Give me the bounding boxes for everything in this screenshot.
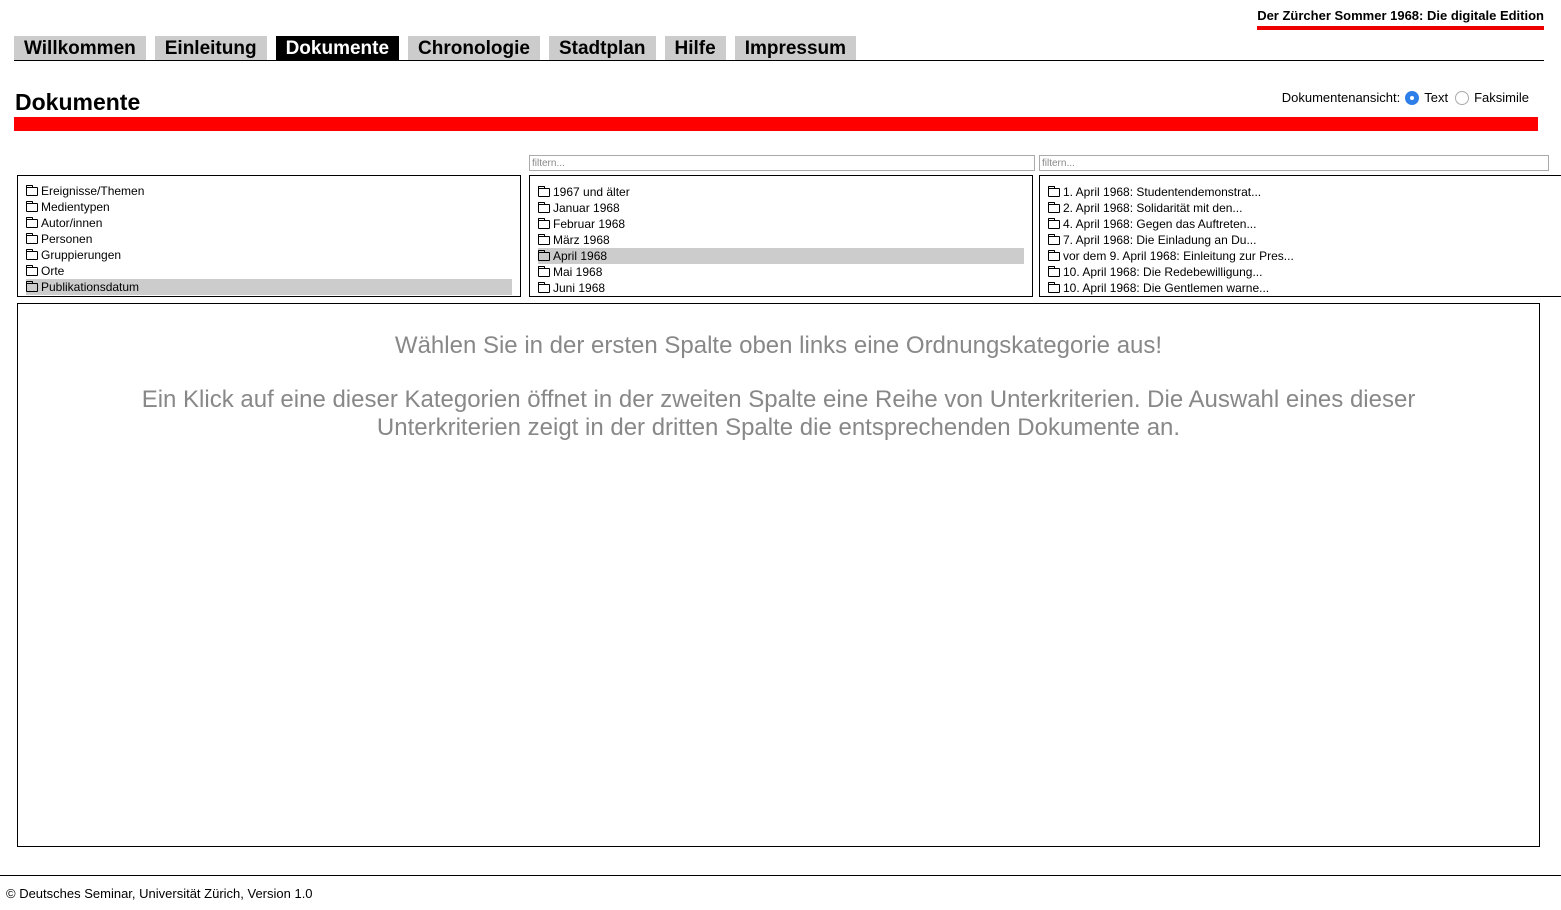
category-label: Orte [41, 264, 65, 278]
tab-dokumente[interactable]: Dokumente [275, 36, 400, 60]
folder-icon [538, 265, 550, 277]
folder-icon [538, 281, 550, 293]
folder-icon [1048, 217, 1060, 229]
folder-icon [26, 216, 38, 228]
category-item[interactable]: Ereignisse/Themen [26, 183, 512, 199]
document-item[interactable]: vor dem 9. April 1968: Einleitung zur Pr… [1048, 248, 1560, 264]
tab-chronologie[interactable]: Chronologie [408, 36, 540, 60]
category-item[interactable]: Gruppierungen [26, 247, 512, 263]
document-item[interactable]: 4. April 1968: Gegen das Auftreten... [1048, 216, 1560, 232]
subcriterion-label: Januar 1968 [553, 201, 620, 215]
subcriterion-item[interactable]: März 1968 [538, 232, 1024, 248]
folder-icon [1048, 201, 1060, 213]
site-title-link[interactable]: Der Zürcher Sommer 1968: Die digitale Ed… [1257, 8, 1544, 30]
facsimile-view-label[interactable]: Faksimile [1474, 90, 1529, 105]
subcriterion-item[interactable]: Februar 1968 [538, 216, 1024, 232]
document-label: 10. April 1968: Die Redebewilligung... [1063, 265, 1263, 279]
folder-icon [26, 280, 38, 292]
tab-stadtplan[interactable]: Stadtplan [548, 36, 656, 60]
category-label: Gruppierungen [41, 248, 122, 262]
folder-icon [538, 217, 550, 229]
subcriterion-item[interactable]: 1967 und älter [538, 184, 1024, 200]
document-label: 4. April 1968: Gegen das Auftreten... [1063, 217, 1257, 231]
folder-icon [26, 264, 38, 276]
categories-column[interactable]: Ereignisse/Themen Medientypen Autor/inne… [17, 175, 521, 297]
folder-icon [26, 184, 38, 196]
tab-willkommen[interactable]: Willkommen [14, 36, 146, 60]
instruction-text-secondary: Ein Klick auf eine dieser Kategorien öff… [141, 386, 1416, 441]
subcriterion-item[interactable]: Januar 1968 [538, 200, 1024, 216]
folder-icon [26, 200, 38, 212]
folder-icon [1048, 233, 1060, 245]
subcriterion-item[interactable]: Juni 1968 [538, 280, 1024, 296]
folder-icon [1048, 265, 1060, 277]
document-item[interactable]: 10. April 1968: Die Gentlemen warne... [1048, 280, 1560, 296]
view-switch-label: Dokumentenansicht: [1281, 90, 1401, 105]
category-label: Medientypen [41, 200, 110, 214]
document-label: 2. April 1968: Solidarität mit den... [1063, 201, 1243, 215]
facsimile-view-radio[interactable] [1455, 90, 1470, 105]
folder-icon [1048, 249, 1060, 261]
text-view-label[interactable]: Text [1424, 90, 1448, 105]
category-label: Ereignisse/Themen [41, 184, 145, 198]
text-view-radio[interactable] [1405, 90, 1420, 105]
document-label: vor dem 9. April 1968: Einleitung zur Pr… [1063, 249, 1294, 263]
category-label: Autor/innen [41, 216, 103, 230]
footer-divider [0, 875, 1561, 876]
tab-impressum[interactable]: Impressum [734, 36, 857, 60]
document-item[interactable]: 7. April 1968: Die Einladung an Du... [1048, 232, 1560, 248]
folder-icon [538, 249, 550, 261]
document-display-panel: Wählen Sie in der ersten Spalte oben lin… [17, 303, 1540, 847]
document-label: 1. April 1968: Studentendemonstrat... [1063, 185, 1262, 199]
document-item[interactable]: 1. April 1968: Studentendemonstrat... [1048, 184, 1560, 200]
folder-icon [538, 201, 550, 213]
tab-hilfe[interactable]: Hilfe [664, 36, 726, 60]
category-item[interactable]: Medientypen [26, 199, 512, 215]
category-item[interactable]: Autor/innen [26, 215, 512, 231]
subcriteria-filter-input[interactable] [529, 155, 1035, 171]
subcriterion-label: Juni 1968 [553, 281, 606, 295]
document-label: 7. April 1968: Die Einladung an Du... [1063, 233, 1257, 247]
subcriteria-column[interactable]: 1967 und älter Januar 1968 Februar 1968 … [529, 175, 1033, 297]
document-label: 10. April 1968: Die Gentlemen warne... [1063, 281, 1270, 295]
footer-copyright: © Deutsches Seminar, Universität Zürich,… [6, 886, 313, 901]
document-item[interactable]: 10. April 1968: Die Redebewilligung... [1048, 264, 1560, 280]
document-view-switch: Dokumentenansicht: Text Faksimile [1282, 90, 1531, 105]
category-item-selected[interactable]: Publikationsdatum [26, 279, 512, 295]
documents-filter-input[interactable] [1039, 155, 1549, 171]
category-label: Publikationsdatum [41, 280, 140, 294]
subcriterion-item[interactable]: Mai 1968 [538, 264, 1024, 280]
category-label: Personen [41, 232, 93, 246]
title-underline-bar [14, 117, 1538, 131]
subcriterion-label: April 1968 [553, 249, 608, 263]
category-item[interactable]: Orte [26, 263, 512, 279]
main-nav: Willkommen Einleitung Dokumente Chronolo… [14, 36, 1544, 61]
documents-column[interactable]: 1. April 1968: Studentendemonstrat... 2.… [1039, 175, 1561, 297]
folder-icon [1048, 281, 1060, 293]
subcriterion-label: 1967 und älter [553, 185, 630, 199]
category-item[interactable]: Personen [26, 231, 512, 247]
page-title: Dokumente [15, 89, 141, 115]
tab-einleitung[interactable]: Einleitung [154, 36, 267, 60]
subcriterion-item-selected[interactable]: April 1968 [538, 248, 1024, 264]
folder-icon [26, 232, 38, 244]
folder-icon [26, 248, 38, 260]
subcriterion-label: März 1968 [553, 233, 610, 247]
folder-icon [1048, 185, 1060, 197]
folder-icon [538, 233, 550, 245]
document-item[interactable]: 2. April 1968: Solidarität mit den... [1048, 200, 1560, 216]
subcriterion-label: Februar 1968 [553, 217, 626, 231]
subcriterion-label: Mai 1968 [553, 265, 603, 279]
folder-icon [538, 185, 550, 197]
instruction-text-primary: Wählen Sie in der ersten Spalte oben lin… [394, 332, 1163, 359]
